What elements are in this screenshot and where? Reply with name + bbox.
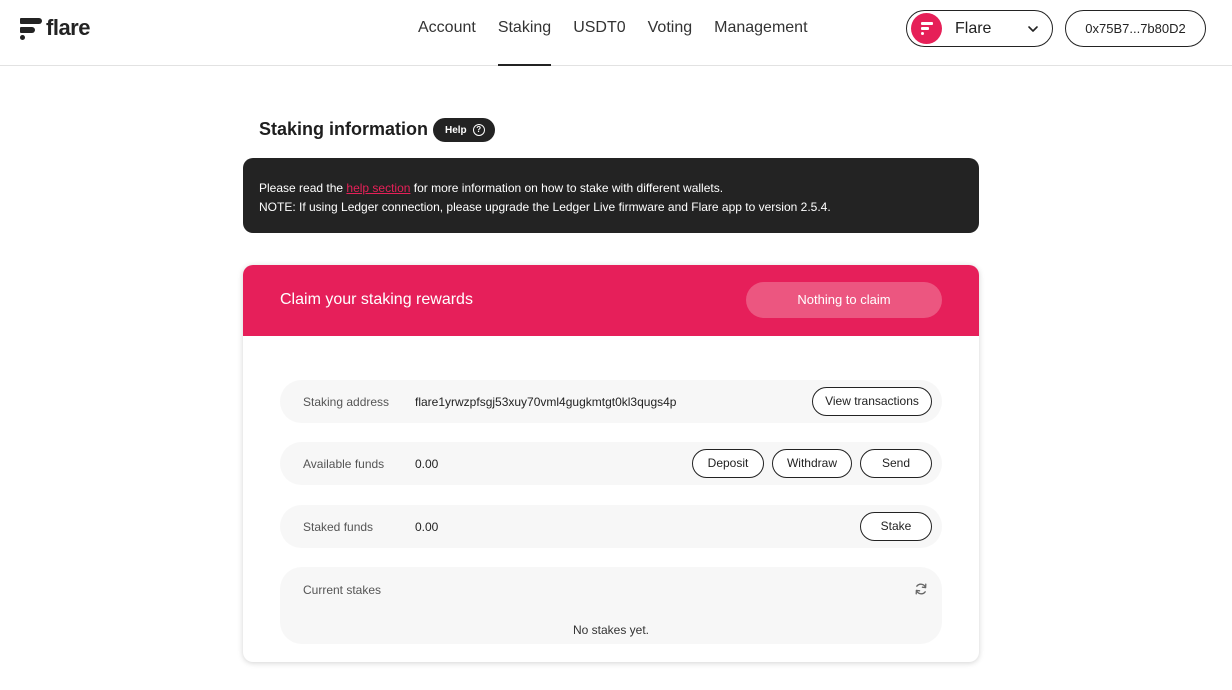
- banner-line-2: NOTE: If using Ledger connection, please…: [259, 200, 831, 214]
- current-stakes-panel: Current stakes No stakes yet.: [280, 567, 942, 644]
- flare-network-icon: [911, 13, 942, 44]
- main-nav: Account Staking USDT0 Voting Management: [418, 0, 808, 66]
- current-stakes-label: Current stakes: [303, 583, 382, 597]
- top-header: flare Account Staking USDT0 Voting Manag…: [0, 0, 1232, 66]
- nav-account[interactable]: Account: [418, 0, 476, 66]
- help-section-link[interactable]: help section: [346, 181, 410, 195]
- staked-funds-label: Staked funds: [303, 520, 374, 534]
- banner-text-prefix: Please read the: [259, 181, 347, 195]
- nav-staking[interactable]: Staking: [497, 0, 552, 66]
- flare-logo-icon: [20, 17, 42, 40]
- staking-address-value: flare1yrwzpfsgj53xuy70vml4gugkmtgt0kl3qu…: [415, 395, 677, 409]
- chevron-down-icon: [1028, 26, 1038, 32]
- help-label: Help: [445, 124, 467, 136]
- nav-usdt0[interactable]: USDT0: [573, 0, 625, 66]
- claim-header: Claim your staking rewards Nothing to cl…: [243, 265, 979, 336]
- help-button[interactable]: Help ?: [433, 118, 495, 142]
- flare-logo[interactable]: flare: [20, 15, 90, 41]
- deposit-button[interactable]: Deposit: [692, 449, 764, 478]
- claim-title: Claim your staking rewards: [280, 291, 473, 308]
- logo-text: flare: [46, 15, 90, 40]
- wallet-address-button[interactable]: 0x75B7...7b80D2: [1065, 10, 1206, 47]
- staking-address-row: Staking address flare1yrwzpfsgj53xuy70vm…: [280, 380, 942, 423]
- nav-management[interactable]: Management: [714, 0, 807, 66]
- nav-voting[interactable]: Voting: [648, 0, 692, 66]
- info-banner: Please read the help section for more in…: [243, 158, 979, 233]
- page-title: Staking information: [259, 119, 429, 139]
- available-funds-row: Available funds 0.00 Deposit Withdraw Se…: [280, 442, 942, 485]
- empty-stakes-message: No stakes yet.: [572, 623, 650, 637]
- staked-funds-row: Staked funds 0.00 Stake: [280, 505, 942, 548]
- network-label: Flare: [955, 19, 992, 37]
- available-funds-label: Available funds: [303, 457, 385, 471]
- staked-funds-value: 0.00: [415, 520, 439, 534]
- banner-line-1: Please read the help section for more in…: [259, 179, 979, 198]
- withdraw-button[interactable]: Withdraw: [772, 449, 852, 478]
- send-button[interactable]: Send: [860, 449, 932, 478]
- staking-address-label: Staking address: [303, 395, 390, 409]
- network-select[interactable]: Flare: [906, 10, 1053, 47]
- staking-card: Claim your staking rewards Nothing to cl…: [243, 265, 979, 662]
- refresh-icon[interactable]: [914, 582, 928, 596]
- question-icon: ?: [472, 124, 485, 136]
- claim-button[interactable]: Nothing to claim: [746, 282, 942, 318]
- banner-text-suffix: for more information on how to stake wit…: [410, 181, 724, 195]
- stake-button[interactable]: Stake: [860, 512, 932, 541]
- view-transactions-button[interactable]: View transactions: [812, 387, 932, 416]
- available-funds-value: 0.00: [415, 457, 439, 471]
